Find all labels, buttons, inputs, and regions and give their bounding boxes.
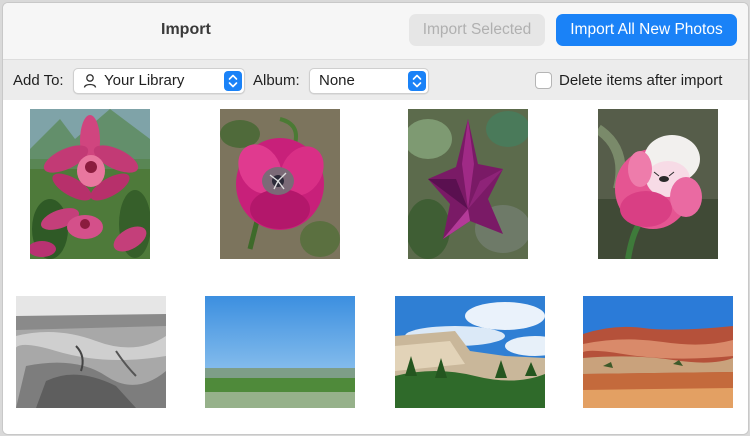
import-all-new-photos-button[interactable]: Import All New Photos	[556, 14, 737, 46]
person-icon	[83, 74, 97, 88]
import-options-bar: Add To: Your Library Album: None Delete …	[3, 59, 748, 101]
up-down-chevron-icon	[228, 74, 238, 88]
album-label: Album:	[253, 72, 300, 89]
library-select-stepper	[224, 71, 242, 91]
photo-thumbnail-magenta-tulip[interactable]	[220, 109, 340, 259]
add-to-label: Add To:	[13, 72, 64, 89]
import-window: Import Import Selected Import All New Ph…	[2, 2, 749, 435]
delete-after-import-checkbox[interactable]	[535, 72, 552, 89]
photo-thumbnail-bw-canyon[interactable]	[16, 296, 166, 408]
album-select-value: None	[319, 72, 355, 89]
photo-thumbnail-sky-field[interactable]	[205, 296, 355, 408]
photo-thumbnail-orchid[interactable]	[30, 109, 150, 259]
photo-grid	[3, 100, 748, 434]
window-title: Import	[161, 21, 211, 38]
album-select-stepper	[408, 71, 426, 91]
import-selected-button[interactable]: Import Selected	[409, 14, 545, 46]
photo-thumbnail-red-rocks[interactable]	[583, 296, 733, 408]
import-header: Import Import Selected Import All New Ph…	[3, 3, 748, 59]
delete-after-import-label: Delete items after import	[559, 72, 723, 89]
library-select-value: Your Library	[104, 72, 185, 89]
library-select[interactable]: Your Library	[73, 68, 245, 94]
album-select[interactable]: None	[309, 68, 429, 94]
photo-thumbnail-purple-tulip[interactable]	[408, 109, 528, 259]
photo-thumbnail-cliffs-trees[interactable]	[395, 296, 545, 408]
photo-thumbnail-pink-white-tulip[interactable]	[598, 109, 718, 259]
up-down-chevron-icon	[412, 74, 422, 88]
